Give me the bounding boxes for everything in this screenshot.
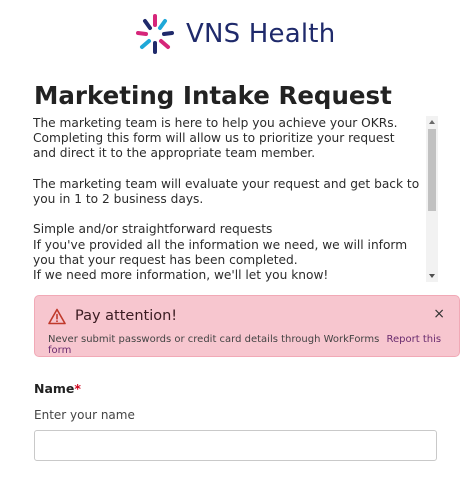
name-input[interactable] (34, 430, 437, 461)
scroll-up-arrow-icon[interactable] (426, 116, 438, 128)
description-scrollbar[interactable] (426, 116, 438, 282)
page-title: Marketing Intake Request (34, 81, 392, 110)
scroll-down-arrow-icon[interactable] (426, 270, 438, 282)
vns-starburst-logo-icon (136, 14, 174, 54)
name-field-hint: Enter your name (34, 408, 135, 422)
alert-title: Pay attention! (75, 308, 178, 324)
brand-name: VNS Health (186, 19, 336, 49)
form-description: The marketing team is here to help you a… (33, 116, 420, 282)
warning-triangle-icon (48, 308, 66, 325)
required-marker: * (74, 381, 81, 396)
form-description-panel[interactable]: The marketing team is here to help you a… (33, 116, 438, 282)
scrollbar-thumb[interactable] (428, 129, 436, 211)
name-field-label: Name* (34, 381, 81, 396)
name-label-text: Name (34, 381, 75, 396)
pay-attention-alert: Pay attention! × Never submit passwords … (34, 295, 460, 357)
close-icon[interactable]: × (433, 306, 445, 322)
alert-message: Never submit passwords or credit card de… (48, 334, 380, 345)
brand-logo: VNS Health (132, 12, 335, 56)
alert-message-row: Never submit passwords or credit card de… (48, 334, 459, 356)
